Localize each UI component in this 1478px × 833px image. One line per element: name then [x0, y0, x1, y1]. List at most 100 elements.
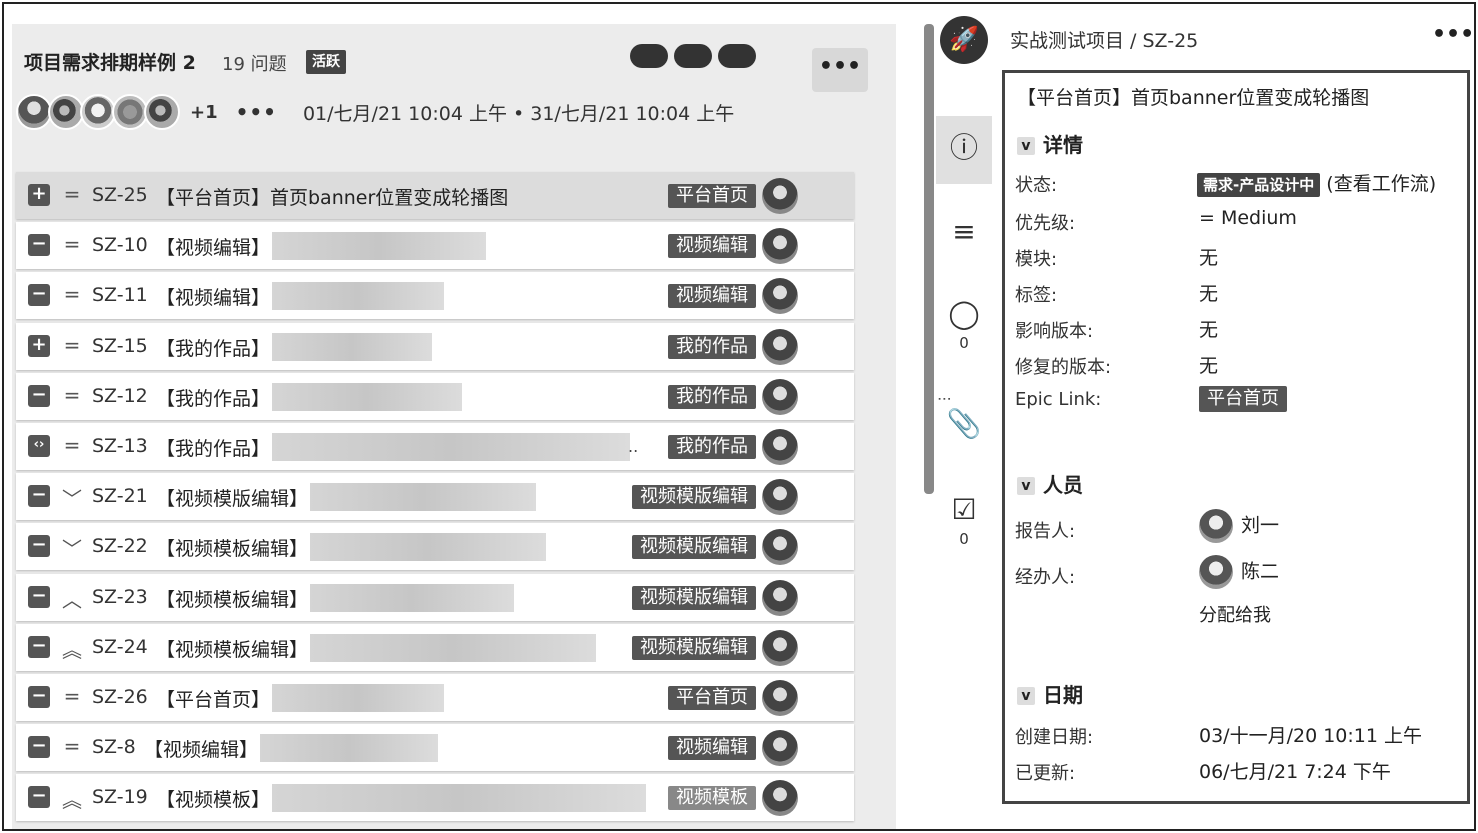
assign-to-me-link[interactable]: 分配给我: [1199, 601, 1271, 627]
section-people-toggle[interactable]: v 人员: [1017, 469, 1083, 498]
issue-key[interactable]: SZ-10: [92, 234, 148, 256]
issue-key[interactable]: SZ-21: [92, 485, 148, 507]
avatars-more-icon[interactable]: •••: [236, 100, 277, 124]
info-icon[interactable]: ⓘ: [944, 132, 984, 164]
issue-summary[interactable]: 【我的作品】: [156, 334, 270, 361]
issue-row[interactable]: − = SZ-10 【视频编辑】 视频编辑: [16, 222, 854, 270]
checklist-icon[interactable]: ☑ 0: [944, 494, 984, 549]
assignee-avatar[interactable]: [762, 579, 798, 616]
status-badge[interactable]: 需求-产品设计中: [1197, 173, 1321, 197]
epic-label[interactable]: 视频模版编辑: [632, 485, 756, 510]
issue-summary[interactable]: 【视频模板】: [156, 785, 270, 812]
issue-row[interactable]: − ︿ SZ-23 【视频模板编辑】 视频模版编辑: [16, 573, 854, 621]
issue-row[interactable]: ‹› = SZ-13 【我的作品】.. 我的作品: [16, 422, 854, 470]
issue-row[interactable]: − ﹀ SZ-22 【视频模板编辑】 视频模版编辑: [16, 523, 854, 571]
issue-key[interactable]: SZ-13: [92, 435, 148, 457]
issue-key[interactable]: SZ-12: [92, 385, 148, 407]
paperclip-icon[interactable]: 📎: [944, 408, 984, 440]
epic-label[interactable]: 平台首页: [668, 685, 756, 710]
issue-row[interactable]: + = SZ-25 【平台首页】首页banner位置变成轮播图 平台首页: [16, 172, 854, 219]
section-details-toggle[interactable]: v 详情: [1017, 129, 1083, 158]
epic-label[interactable]: 视频模板: [668, 786, 756, 811]
issue-key[interactable]: SZ-22: [92, 535, 148, 557]
assignee-avatar[interactable]: [762, 479, 798, 516]
user-avatar[interactable]: [80, 94, 116, 130]
epic-label[interactable]: 视频模版编辑: [632, 585, 756, 610]
issue-row[interactable]: − = SZ-11 【视频编辑】 视频编辑: [16, 272, 854, 320]
issue-key[interactable]: SZ-24: [92, 636, 148, 658]
assignee-avatar[interactable]: [762, 629, 798, 666]
assignee-avatar[interactable]: [762, 428, 798, 465]
issue-summary[interactable]: 【视频模板编辑】: [156, 585, 308, 612]
assignee-avatar[interactable]: [762, 378, 798, 415]
issue-summary[interactable]: 【视频编辑】: [156, 233, 270, 260]
assignee-field[interactable]: 陈二: [1199, 555, 1279, 589]
assignee-avatar[interactable]: [762, 679, 798, 716]
resize-handle[interactable]: ⋮: [936, 392, 952, 403]
assignee-avatar[interactable]: [762, 278, 798, 315]
user-avatar[interactable]: [16, 94, 52, 130]
affects-version-value[interactable]: 无: [1199, 315, 1218, 342]
issue-summary[interactable]: 【视频编辑】: [156, 283, 270, 310]
fix-version-value[interactable]: 无: [1199, 351, 1218, 378]
epic-link-badge[interactable]: 平台首页: [1199, 386, 1287, 412]
assignee-avatar[interactable]: [762, 529, 798, 566]
issue-summary[interactable]: 【视频模版编辑】: [156, 484, 308, 511]
assignee-avatar[interactable]: [762, 178, 798, 214]
issue-key[interactable]: SZ-23: [92, 586, 148, 608]
epic-label[interactable]: 视频编辑: [668, 234, 756, 259]
issue-row[interactable]: − = SZ-12 【我的作品】 我的作品: [16, 372, 854, 420]
issue-key[interactable]: SZ-25: [92, 184, 148, 206]
assignee-avatar[interactable]: [762, 328, 798, 365]
epic-label[interactable]: 平台首页: [668, 184, 756, 208]
comment-icon[interactable]: ◯ 0: [944, 298, 984, 353]
epic-label[interactable]: 我的作品: [668, 434, 756, 459]
more-users-button[interactable]: +1: [190, 102, 218, 123]
issue-key[interactable]: SZ-19: [92, 786, 148, 808]
epic-label[interactable]: 视频编辑: [668, 736, 756, 761]
epic-label[interactable]: 我的作品: [668, 334, 756, 359]
assignee-avatar[interactable]: [762, 780, 798, 817]
activity-list-icon[interactable]: ≡: [944, 216, 984, 248]
section-dates-toggle[interactable]: v 日期: [1017, 679, 1083, 708]
issue-summary[interactable]: 【我的作品】: [156, 434, 270, 461]
vertical-scrollbar[interactable]: [924, 24, 934, 494]
detail-more-button[interactable]: •••: [1432, 22, 1474, 47]
user-avatar[interactable]: [144, 94, 180, 130]
issue-row[interactable]: − ︽ SZ-24 【视频模板编辑】 视频模版编辑: [16, 623, 854, 671]
issue-key[interactable]: SZ-15: [92, 335, 148, 357]
issue-summary[interactable]: 【平台首页】: [156, 685, 270, 712]
reporter-field[interactable]: 刘一: [1199, 509, 1279, 543]
user-avatar[interactable]: [112, 94, 148, 130]
assignee-avatar[interactable]: [762, 730, 798, 767]
view-workflow-link[interactable]: (查看工作流): [1326, 173, 1436, 195]
tags-value[interactable]: 无: [1199, 279, 1218, 306]
sprint-more-button[interactable]: •••: [812, 48, 868, 92]
issue-summary[interactable]: 【我的作品】: [156, 384, 270, 411]
issue-summary[interactable]: 【视频模板编辑】: [156, 534, 308, 561]
issue-row[interactable]: − = SZ-26 【平台首页】 平台首页: [16, 673, 854, 721]
assignee-avatar[interactable]: [762, 228, 798, 265]
redacted-summary: [260, 734, 438, 763]
issue-key[interactable]: SZ-8: [92, 736, 136, 758]
assignee-name: 陈二: [1241, 560, 1280, 583]
epic-label[interactable]: 视频模版编辑: [632, 535, 756, 560]
issue-detail-panel: 【平台首页】首页banner位置变成轮播图 v 详情 状态: 需求-产品设计中 (…: [1002, 70, 1470, 804]
issue-summary[interactable]: 【视频模板编辑】: [156, 635, 308, 662]
issue-key[interactable]: SZ-11: [92, 284, 148, 306]
epic-label[interactable]: 我的作品: [668, 384, 756, 409]
issue-key[interactable]: SZ-26: [92, 686, 148, 708]
epic-label[interactable]: 视频模版编辑: [632, 635, 756, 660]
issue-row[interactable]: − = SZ-8 【视频编辑】 视频编辑: [16, 724, 854, 772]
issue-summary[interactable]: 【视频编辑】: [144, 735, 258, 762]
priority-value[interactable]: = Medium: [1199, 207, 1297, 229]
issue-row[interactable]: − ﹀ SZ-21 【视频模版编辑】 视频模版编辑: [16, 473, 854, 521]
user-avatar[interactable]: [48, 94, 84, 130]
epic-label[interactable]: 视频编辑: [668, 284, 756, 309]
issue-title[interactable]: 【平台首页】首页banner位置变成轮播图: [1017, 83, 1369, 110]
issue-row[interactable]: + = SZ-15 【我的作品】 我的作品: [16, 322, 854, 370]
issue-row[interactable]: − ︽ SZ-19 【视频模板】 视频模板: [16, 774, 854, 822]
module-value[interactable]: 无: [1199, 243, 1218, 270]
breadcrumb[interactable]: 实战测试项目 / SZ-25: [1010, 26, 1198, 53]
issue-summary[interactable]: 【平台首页】首页banner位置变成轮播图: [156, 183, 508, 210]
